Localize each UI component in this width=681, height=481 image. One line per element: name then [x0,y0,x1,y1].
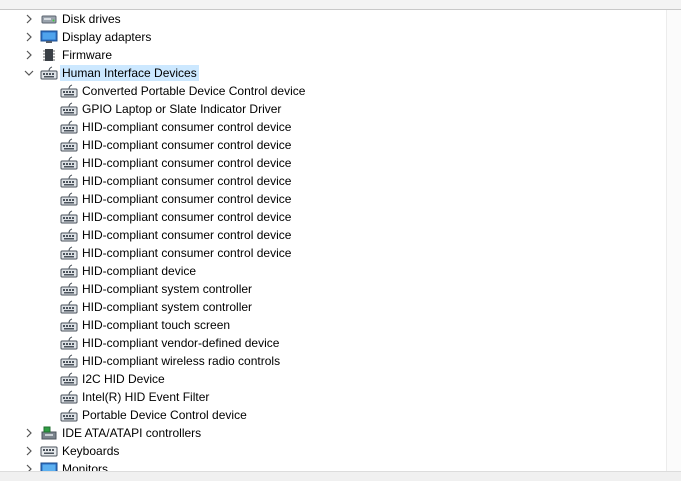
tree-item-display-adapters[interactable]: Display adapters [0,28,667,46]
tree-item-label: GPIO Laptop or Slate Indicator Driver [82,102,282,116]
hid-device-icon [60,84,78,98]
hid-device-icon [60,210,78,224]
hid-device-icon [60,228,78,242]
hid-device-icon [60,192,78,206]
tree-item-label: HID-compliant system controller [82,282,253,296]
tree-item-label: HID-compliant consumer control device [82,192,292,206]
tree-item-hid-device[interactable]: GPIO Laptop or Slate Indicator Driver [0,100,667,118]
tree-item-hid-device[interactable]: HID-compliant consumer control device [0,154,667,172]
tree-item-hid-device[interactable]: HID-compliant wireless radio controls [0,352,667,370]
device-tree[interactable]: Disk drives Display adapters Firmware Hu… [0,10,667,471]
tree-item-firmware[interactable]: Firmware [0,46,667,64]
tree-item-hid-device[interactable]: Converted Portable Device Control device [0,82,667,100]
keyboard-icon [40,446,58,457]
tree-item-label: HID-compliant touch screen [82,318,231,332]
tree-item-label: Disk drives [62,12,121,26]
hid-device-icon [60,282,78,296]
window-top-strip [0,0,681,10]
tree-item-hid-device[interactable]: Intel(R) HID Event Filter [0,388,667,406]
tree-item-hid-device[interactable]: HID-compliant consumer control device [0,208,667,226]
hid-device-icon [60,372,78,386]
tree-item-label: Human Interface Devices [60,65,199,81]
hid-device-icon [60,354,78,368]
tree-item-human-interface-devices[interactable]: Human Interface Devices [0,64,667,82]
hid-device-icon [60,390,78,404]
monitor-icon [40,462,58,471]
chevron-right-icon[interactable] [22,425,36,441]
tree-item-hid-device[interactable]: HID-compliant system controller [0,280,667,298]
tree-item-hid-device[interactable]: HID-compliant consumer control device [0,118,667,136]
tree-item-hid-device[interactable]: I2C HID Device [0,370,667,388]
chevron-right-icon[interactable] [22,47,36,63]
tree-item-monitors[interactable]: Monitors [0,460,667,471]
tree-item-hid-device[interactable]: Portable Device Control device [0,406,667,424]
tree-item-hid-device[interactable]: HID-compliant vendor-defined device [0,334,667,352]
tree-item-hid-device[interactable]: HID-compliant consumer control device [0,190,667,208]
vertical-scrollbar[interactable] [666,10,681,471]
hid-device-icon [60,318,78,332]
disk-drive-icon [41,15,57,24]
tree-item-hid-device[interactable]: HID-compliant system controller [0,298,667,316]
tree-item-hid-device[interactable]: HID-compliant consumer control device [0,136,667,154]
tree-item-label: HID-compliant device [82,264,197,278]
tree-item-label: Monitors [62,462,109,471]
tree-item-label: HID-compliant consumer control device [82,174,292,188]
hid-device-icon [60,408,78,422]
tree-item-label: HID-compliant consumer control device [82,246,292,260]
chevron-right-icon[interactable] [22,461,36,471]
tree-item-ide-ata-atapi-controllers[interactable]: IDE ATA/ATAPI controllers [0,424,667,442]
tree-item-keyboards[interactable]: Keyboards [0,442,667,460]
hid-device-icon [60,156,78,170]
tree-item-label: HID-compliant consumer control device [82,228,292,242]
hid-device-icon [40,66,58,80]
tree-item-label: HID-compliant system controller [82,300,253,314]
hid-device-icon [60,336,78,350]
display-adapter-icon [40,30,58,43]
tree-item-label: Converted Portable Device Control device [82,84,306,98]
tree-item-hid-device[interactable]: HID-compliant device [0,262,667,280]
hid-device-icon [60,120,78,134]
hid-device-icon [60,300,78,314]
tree-item-hid-device[interactable]: HID-compliant consumer control device [0,244,667,262]
hid-device-icon [60,102,78,116]
tree-item-label: Display adapters [62,30,152,44]
firmware-chip-icon [43,49,55,61]
tree-item-label: HID-compliant consumer control device [82,138,292,152]
hid-device-icon [60,138,78,152]
tree-item-label: HID-compliant vendor-defined device [82,336,280,350]
tree-item-hid-device[interactable]: HID-compliant consumer control device [0,172,667,190]
tree-item-label: Keyboards [62,444,120,458]
tree-item-label: Firmware [62,48,112,62]
tree-item-label: Intel(R) HID Event Filter [82,390,210,404]
tree-item-hid-device[interactable]: HID-compliant touch screen [0,316,667,334]
tree-item-label: Portable Device Control device [82,408,247,422]
chevron-right-icon[interactable] [22,11,36,27]
tree-item-hid-device[interactable]: HID-compliant consumer control device [0,226,667,244]
tree-item-disk-drives[interactable]: Disk drives [0,10,667,28]
hid-device-icon [60,174,78,188]
tree-item-label: HID-compliant consumer control device [82,120,292,134]
tree-item-label: HID-compliant wireless radio controls [82,354,281,368]
tree-item-label: HID-compliant consumer control device [82,156,292,170]
tree-item-label: I2C HID Device [82,372,165,386]
tree-item-label: IDE ATA/ATAPI controllers [62,426,202,440]
chevron-right-icon[interactable] [22,29,36,45]
horizontal-scrollbar[interactable] [0,471,681,481]
hid-device-icon [60,246,78,260]
hid-device-icon [60,264,78,278]
ide-controller-icon [41,426,57,440]
chevron-right-icon[interactable] [22,443,36,459]
chevron-down-icon[interactable] [22,65,36,81]
tree-item-label: HID-compliant consumer control device [82,210,292,224]
